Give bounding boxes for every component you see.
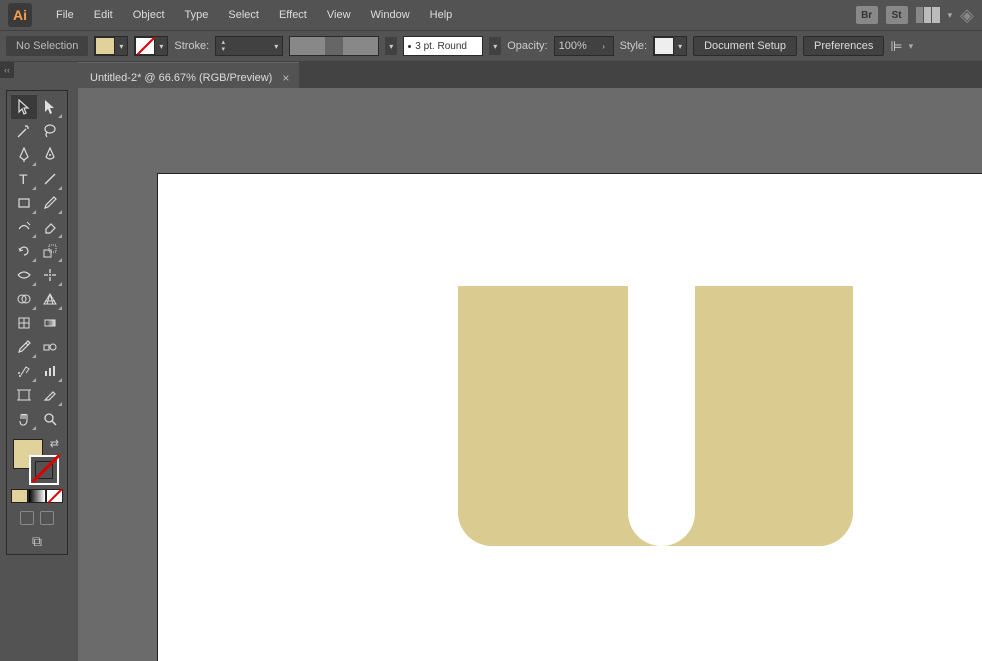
style-swatch: [654, 37, 674, 55]
menu-object[interactable]: Object: [123, 3, 175, 27]
selection-tool[interactable]: [11, 95, 37, 119]
color-mode-none[interactable]: [46, 489, 63, 503]
rectangle-tool[interactable]: [11, 191, 37, 215]
menu-window[interactable]: Window: [361, 3, 420, 27]
style-label: Style:: [620, 40, 648, 52]
menu-view[interactable]: View: [317, 3, 361, 27]
menu-type[interactable]: Type: [175, 3, 219, 27]
stock-icon[interactable]: St: [886, 6, 908, 24]
color-mode-solid[interactable]: [11, 489, 28, 503]
paintbrush-tool[interactable]: [37, 191, 63, 215]
width-tool[interactable]: [11, 263, 37, 287]
scale-tool[interactable]: [37, 239, 63, 263]
menu-help[interactable]: Help: [420, 3, 463, 27]
tools-panel: T ⇄: [6, 90, 68, 555]
control-bar: No Selection ▾ ▾ Stroke: ▴▾ ▾ ▾ 3 pt. Ro…: [0, 30, 982, 62]
line-segment-tool[interactable]: [37, 167, 63, 191]
menu-file[interactable]: File: [46, 3, 84, 27]
draw-normal-icon[interactable]: [20, 511, 34, 525]
canvas-area[interactable]: [78, 88, 982, 661]
bridge-icon[interactable]: Br: [856, 6, 878, 24]
perspective-grid-tool[interactable]: [37, 287, 63, 311]
magic-wand-tool[interactable]: [11, 119, 37, 143]
opacity-input[interactable]: ›: [554, 36, 614, 56]
chevron-down-icon[interactable]: ▾: [674, 37, 686, 55]
direct-selection-tool[interactable]: [37, 95, 63, 119]
mesh-tool[interactable]: [11, 311, 37, 335]
chevron-down-icon[interactable]: ▾: [155, 37, 167, 55]
type-tool[interactable]: T: [11, 167, 37, 191]
panel-collapse-toggle[interactable]: ‹‹: [0, 62, 14, 78]
color-mode-gradient[interactable]: [28, 489, 45, 503]
zoom-tool[interactable]: [37, 407, 63, 431]
chevron-down-icon[interactable]: ▾: [115, 37, 127, 55]
stroke-swatch: [135, 37, 155, 55]
arrange-documents-icon[interactable]: [916, 7, 940, 23]
document-tab-title: Untitled-2* @ 66.67% (RGB/Preview): [90, 72, 272, 84]
screen-mode-button[interactable]: ⧉: [11, 533, 63, 550]
column-graph-tool[interactable]: [37, 359, 63, 383]
brush-dot-icon: [408, 45, 411, 48]
shaper-tool[interactable]: [11, 215, 37, 239]
rotate-tool[interactable]: [11, 239, 37, 263]
chevron-down-icon[interactable]: ▾: [489, 37, 501, 55]
opacity-field[interactable]: [555, 40, 595, 52]
stroke-color-control[interactable]: ▾: [134, 36, 168, 56]
stroke-color-box[interactable]: [29, 455, 59, 485]
align-icon[interactable]: ⊫: [890, 38, 902, 55]
opacity-label: Opacity:: [507, 40, 547, 52]
graphic-style-control[interactable]: ▾: [653, 36, 687, 56]
selection-indicator: No Selection: [6, 36, 88, 56]
variable-width-profile[interactable]: [289, 36, 379, 56]
app-logo: Ai: [8, 3, 32, 27]
chevron-down-icon[interactable]: ▾: [909, 41, 914, 52]
chevron-down-icon[interactable]: ▾: [948, 10, 953, 21]
artboard-tool[interactable]: [11, 383, 37, 407]
brush-definition[interactable]: 3 pt. Round: [403, 36, 483, 56]
eraser-tool[interactable]: [37, 215, 63, 239]
svg-text:T: T: [19, 171, 28, 187]
stroke-weight-input[interactable]: ▴▾ ▾: [215, 36, 283, 56]
document-setup-button[interactable]: Document Setup: [693, 36, 797, 56]
artboard[interactable]: [158, 174, 982, 661]
shape-builder-tool[interactable]: [11, 287, 37, 311]
curvature-tool[interactable]: [37, 143, 63, 167]
menu-select[interactable]: Select: [218, 3, 269, 27]
eyedropper-tool[interactable]: [11, 335, 37, 359]
close-icon[interactable]: ×: [282, 71, 289, 85]
fill-color-control[interactable]: ▾: [94, 36, 128, 56]
gpu-performance-icon[interactable]: ◈: [960, 5, 974, 26]
document-tab-bar: Untitled-2* @ 66.67% (RGB/Preview) ×: [78, 62, 982, 88]
document-tab[interactable]: Untitled-2* @ 66.67% (RGB/Preview) ×: [78, 62, 299, 88]
stroke-weight-field[interactable]: [230, 40, 270, 52]
free-transform-tool[interactable]: [37, 263, 63, 287]
menu-effect[interactable]: Effect: [269, 3, 317, 27]
hand-tool[interactable]: [11, 407, 37, 431]
stepper-icon[interactable]: ▴▾: [216, 39, 230, 53]
preferences-button[interactable]: Preferences: [803, 36, 884, 56]
brush-label: 3 pt. Round: [415, 41, 467, 52]
artwork-shape[interactable]: [458, 286, 853, 546]
chevron-down-icon[interactable]: ▾: [270, 37, 282, 55]
swap-fill-stroke-icon[interactable]: ⇄: [50, 437, 59, 450]
menu-bar: Ai File Edit Object Type Select Effect V…: [0, 0, 982, 30]
lasso-tool[interactable]: [37, 119, 63, 143]
symbol-sprayer-tool[interactable]: [11, 359, 37, 383]
gradient-tool[interactable]: [37, 311, 63, 335]
blend-tool[interactable]: [37, 335, 63, 359]
menu-edit[interactable]: Edit: [84, 3, 123, 27]
stroke-label: Stroke:: [174, 40, 209, 52]
chevron-down-icon[interactable]: ▾: [385, 37, 397, 55]
pen-tool[interactable]: [11, 143, 37, 167]
slice-tool[interactable]: [37, 383, 63, 407]
fill-swatch: [95, 37, 115, 55]
draw-behind-icon[interactable]: [40, 511, 54, 525]
draw-mode-row: [11, 511, 63, 525]
fill-stroke-control[interactable]: ⇄: [11, 437, 63, 487]
chevron-right-icon[interactable]: ›: [595, 37, 613, 55]
color-mode-row: [11, 489, 63, 503]
